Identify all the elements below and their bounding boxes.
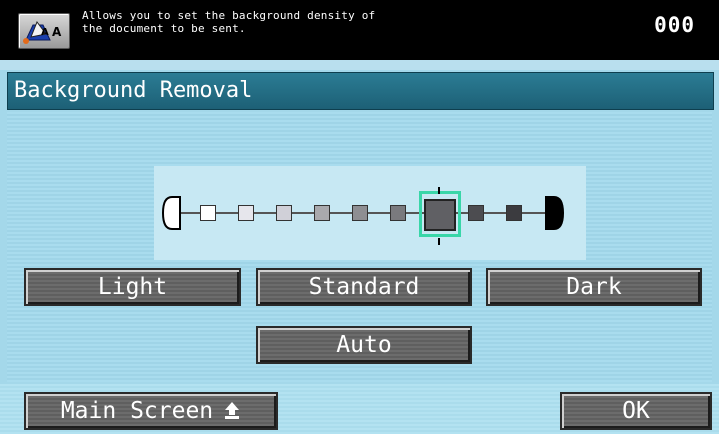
page-title: Background Removal <box>14 78 253 103</box>
copy-help-icon: A A <box>23 20 62 44</box>
selection-tick-top <box>438 187 440 194</box>
ok-button[interactable]: OK <box>560 392 712 430</box>
dark-end-icon <box>545 196 565 230</box>
help-message: Allows you to set the background density… <box>82 9 376 35</box>
light-end-icon <box>161 196 181 230</box>
density-level-8[interactable] <box>468 205 484 221</box>
selection-tick-bottom <box>438 238 440 245</box>
help-button[interactable]: A A <box>18 13 70 49</box>
screen: A A Allows you to set the background den… <box>0 0 719 434</box>
main-screen-label: Main Screen <box>60 398 214 424</box>
main-screen-button[interactable]: Main Screen <box>24 392 278 430</box>
density-level-1[interactable] <box>200 205 216 221</box>
standard-button[interactable]: Standard <box>256 268 472 306</box>
dark-button[interactable]: Dark <box>486 268 702 306</box>
density-level-5[interactable] <box>352 205 368 221</box>
svg-text:A: A <box>52 25 62 39</box>
density-level-2[interactable] <box>238 205 254 221</box>
counter: 000 <box>654 13 695 37</box>
svg-text:A: A <box>41 27 49 38</box>
density-level-4[interactable] <box>314 205 330 221</box>
density-level-3[interactable] <box>276 205 292 221</box>
density-level-6[interactable] <box>390 205 406 221</box>
title-bar: Background Removal <box>7 72 714 110</box>
light-button[interactable]: Light <box>24 268 241 306</box>
density-selection-marker <box>419 191 461 237</box>
message-bar: A A Allows you to set the background den… <box>0 0 719 60</box>
auto-button[interactable]: Auto <box>256 326 472 364</box>
divider <box>0 60 719 70</box>
return-up-arrow-icon <box>225 402 240 419</box>
density-level-9[interactable] <box>506 205 522 221</box>
